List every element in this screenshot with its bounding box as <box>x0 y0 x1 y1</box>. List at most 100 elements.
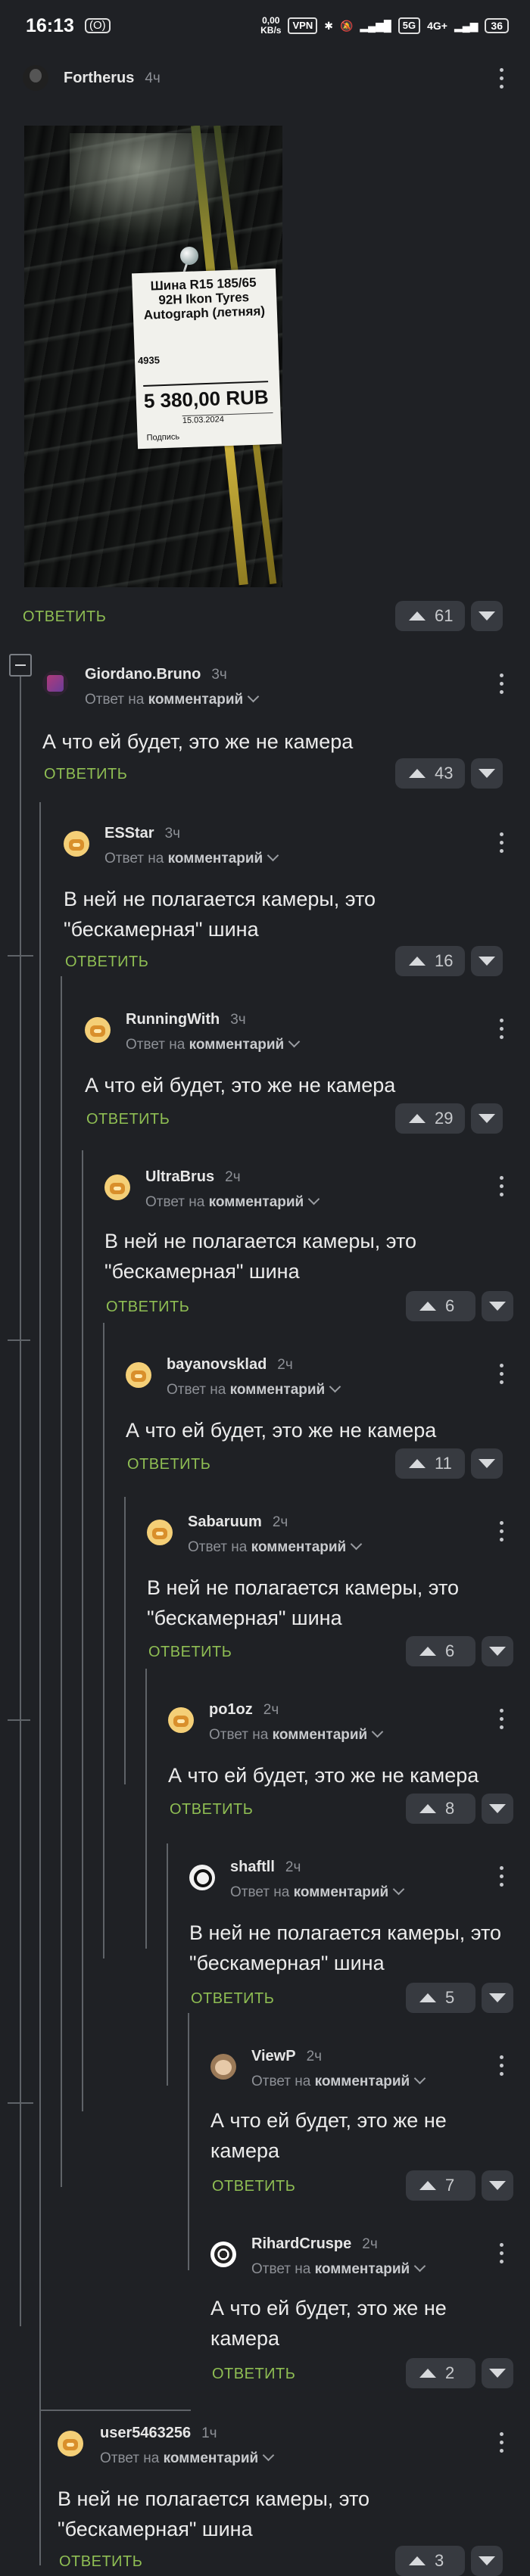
downvote-button[interactable] <box>471 2546 503 2576</box>
avatar[interactable] <box>104 1174 130 1200</box>
thread-line <box>20 677 21 2326</box>
reply-to-link[interactable]: Ответ на комментарий <box>167 1380 341 1398</box>
avatar[interactable] <box>210 2054 236 2080</box>
downvote-button[interactable] <box>482 2358 513 2388</box>
comment-author[interactable]: Giordano.Bruno 3ч <box>85 666 227 683</box>
more-options-icon[interactable] <box>500 2432 504 2455</box>
avatar[interactable] <box>147 1520 173 1545</box>
more-options-icon[interactable] <box>500 1709 504 1731</box>
downvote-button[interactable] <box>471 601 504 631</box>
collapse-thread-button[interactable] <box>9 654 32 677</box>
arrow-down-icon <box>489 1804 506 1813</box>
downvote-button[interactable] <box>482 1794 513 1824</box>
avatar[interactable] <box>42 670 68 696</box>
downvote-button[interactable] <box>471 946 504 976</box>
downvote-button[interactable] <box>471 1448 503 1479</box>
reply-button[interactable]: ОТВЕТИТЬ <box>191 1990 274 2008</box>
reply-to-link[interactable]: Ответ на комментарий <box>209 1725 384 1744</box>
downvote-button[interactable] <box>482 1983 513 2013</box>
upvote-button[interactable]: 2 <box>406 2358 475 2388</box>
comment-author[interactable]: ESStar 3ч <box>104 825 180 842</box>
avatar[interactable] <box>23 65 48 91</box>
post-author[interactable]: Fortherus 4ч <box>64 70 161 87</box>
upvote-button[interactable]: 6 <box>406 1291 475 1321</box>
reply-to-link[interactable]: Ответ на комментарий <box>85 690 260 708</box>
comment-text: А что ей будет, это же не камера <box>85 1074 396 1097</box>
avatar[interactable] <box>85 1017 111 1043</box>
more-options-icon[interactable] <box>500 2243 504 2266</box>
avatar[interactable] <box>58 2431 83 2456</box>
downvote-button[interactable] <box>482 1636 513 1666</box>
reply-button[interactable]: ОТВЕТИТЬ <box>86 1111 170 1128</box>
arrow-up-icon <box>419 1804 436 1813</box>
more-options-icon[interactable] <box>500 1521 504 1544</box>
upvote-button[interactable]: 61 <box>395 601 466 631</box>
reply-button[interactable]: ОТВЕТИТЬ <box>44 766 127 783</box>
downvote-button[interactable] <box>471 758 504 789</box>
post-image[interactable]: Шина R15 185/65 92H Ikon Tyres Autograph… <box>24 126 282 587</box>
avatar[interactable] <box>189 1865 215 1890</box>
price-tag-title: Шина R15 185/65 92H Ikon Tyres Autograph… <box>143 275 266 322</box>
avatar[interactable] <box>126 1362 151 1388</box>
avatar[interactable] <box>168 1707 194 1733</box>
upvote-button[interactable]: 6 <box>406 1636 475 1666</box>
avatar[interactable] <box>210 2242 236 2267</box>
more-options-icon[interactable] <box>500 2055 504 2078</box>
reply-button[interactable]: ОТВЕТИТЬ <box>212 2178 295 2195</box>
thread-line <box>145 1669 147 1949</box>
price-tag: Шина R15 185/65 92H Ikon Tyres Autograph… <box>132 268 282 450</box>
reply-button[interactable]: ОТВЕТИТЬ <box>23 608 106 626</box>
clock: 16:13 <box>26 14 74 36</box>
more-options-icon[interactable] <box>500 68 504 91</box>
price-tag-date: 15.03.2024 <box>182 412 273 426</box>
upvote-button[interactable]: 3 <box>395 2546 465 2576</box>
more-options-icon[interactable] <box>500 1364 504 1386</box>
upvote-button[interactable]: 11 <box>395 1448 465 1479</box>
comment-author[interactable]: RunningWith 3ч <box>126 1011 246 1028</box>
upvote-button[interactable]: 7 <box>406 2170 475 2201</box>
thread-line <box>167 1843 168 2086</box>
upvote-button[interactable]: 5 <box>406 1983 475 2013</box>
reply-button[interactable]: ОТВЕТИТЬ <box>170 1801 253 1818</box>
comment-author[interactable]: po1oz 2ч <box>209 1701 279 1719</box>
reply-button[interactable]: ОТВЕТИТЬ <box>212 2366 295 2383</box>
comment-text: В ней не полагается камеры, это "бескаме… <box>147 1576 460 1629</box>
upvote-button[interactable]: 8 <box>406 1794 475 1824</box>
reply-to-link[interactable]: Ответ на комментарий <box>145 1193 320 1211</box>
more-options-icon[interactable] <box>500 1019 504 1041</box>
avatar[interactable] <box>64 831 89 857</box>
arrow-down-icon <box>479 769 496 778</box>
upvote-button[interactable]: 43 <box>395 758 466 789</box>
downvote-button[interactable] <box>471 1103 504 1134</box>
upvote-button[interactable]: 29 <box>395 1103 466 1134</box>
reply-to-link[interactable]: Ответ на комментарий <box>126 1035 301 1053</box>
reply-button[interactable]: ОТВЕТИТЬ <box>65 954 148 971</box>
reply-to-link[interactable]: Ответ на комментарий <box>230 1883 405 1901</box>
more-options-icon[interactable] <box>500 1176 504 1199</box>
reply-button[interactable]: ОТВЕТИТЬ <box>148 1644 232 1661</box>
reply-to-link[interactable]: Ответ на комментарий <box>188 1538 363 1556</box>
reply-button[interactable]: ОТВЕТИТЬ <box>106 1299 189 1316</box>
downvote-button[interactable] <box>482 2170 513 2201</box>
more-options-icon[interactable] <box>500 674 504 696</box>
more-options-icon[interactable] <box>500 832 504 855</box>
comment-author[interactable]: RihardCruspe 2ч <box>251 2235 378 2253</box>
comment-author[interactable]: bayanovsklad 2ч <box>167 1356 293 1374</box>
thread-line <box>103 1323 104 1958</box>
comment-author[interactable]: ViewP 2ч <box>251 2048 322 2065</box>
comment-author[interactable]: Sabaruum 2ч <box>188 1514 288 1531</box>
comment-author[interactable]: UltraBrus 2ч <box>145 1168 241 1186</box>
reply-to-link[interactable]: Ответ на комментарий <box>251 2072 426 2090</box>
reply-to-link[interactable]: Ответ на комментарий <box>251 2260 426 2278</box>
reply-button[interactable]: ОТВЕТИТЬ <box>127 1456 210 1473</box>
comment-votes: 7 <box>406 2170 513 2201</box>
comment-author[interactable]: user5463256 1ч <box>100 2425 217 2442</box>
arrow-up-icon <box>419 2181 436 2190</box>
downvote-button[interactable] <box>482 1291 513 1321</box>
upvote-button[interactable]: 16 <box>395 946 466 976</box>
more-options-icon[interactable] <box>500 1866 504 1889</box>
reply-to-link[interactable]: Ответ на комментарий <box>104 849 279 867</box>
arrow-up-icon <box>409 769 426 778</box>
comment-author[interactable]: shaftll 2ч <box>230 1859 301 1876</box>
reply-to-link[interactable]: Ответ на комментарий <box>100 2449 275 2467</box>
